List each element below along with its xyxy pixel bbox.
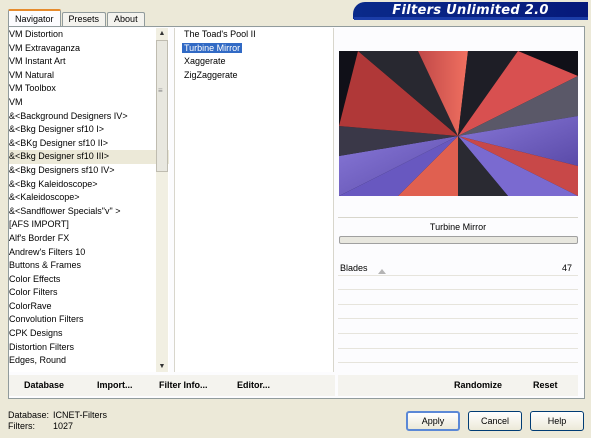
param-value: 47 [561, 263, 572, 273]
category-item[interactable]: Edges, Round [9, 354, 169, 368]
category-item[interactable]: Buttons & Frames [9, 259, 169, 273]
parameter-list: Blades 47 [338, 261, 578, 378]
database-value: ICNET-Filters [53, 410, 107, 420]
cancel-button[interactable]: Cancel [468, 411, 522, 431]
filter-item-label: ZigZaggerate [184, 69, 238, 80]
filter-item[interactable]: Turbine Mirror [175, 42, 333, 56]
category-item[interactable]: Distortion Filters [9, 341, 169, 355]
tab-navigator[interactable]: Navigator [8, 9, 61, 26]
category-item[interactable]: Color Filters [9, 286, 169, 300]
apply-button[interactable]: Apply [406, 411, 460, 431]
category-item[interactable]: &<Bkg Designer sf10 I> [9, 123, 169, 137]
progress-bar [339, 236, 578, 244]
category-item[interactable]: Alf's Border FX [9, 232, 169, 246]
filter-item-label: Xaggerate [184, 56, 226, 67]
category-scrollbar[interactable]: ▲ ≡ ▼ [156, 28, 168, 372]
scroll-up-icon[interactable]: ▲ [156, 28, 168, 39]
param-row-empty [338, 319, 578, 334]
scroll-down-icon[interactable]: ▼ [156, 361, 168, 372]
filters-count-label: Filters: [8, 421, 35, 431]
category-item[interactable]: Andrew's Filters 10 [9, 246, 169, 260]
category-item[interactable]: &<Sandflower Specials"v" > [9, 205, 169, 219]
database-button[interactable]: Database [24, 375, 64, 396]
category-item[interactable]: Color Effects [9, 273, 169, 287]
param-row-empty [338, 290, 578, 305]
filter-list[interactable]: The Toad's Pool II Turbine Mirror Xaggerat… [174, 28, 334, 372]
param-row-blades[interactable]: Blades 47 [338, 261, 578, 276]
scroll-grip-icon: ≡ [158, 86, 163, 95]
parameter-toolbar: Randomize Reset [338, 375, 578, 396]
database-label: Database: [8, 410, 50, 420]
category-item[interactable]: &<Bkg Designers sf10 IV> [9, 164, 169, 178]
slider-marker-icon[interactable] [378, 269, 386, 274]
filter-item[interactable]: ZigZaggerate [175, 69, 333, 83]
reset-button[interactable]: Reset [533, 375, 558, 396]
category-item[interactable]: Convolution Filters [9, 313, 169, 327]
category-item[interactable]: VM Instant Art [9, 55, 169, 69]
filters-count-value: 1027 [53, 421, 74, 431]
category-item[interactable]: VM Distortion [9, 28, 169, 42]
tab-strip: Navigator Presets About [8, 9, 146, 26]
filter-item-label: The Toad's Pool II [184, 29, 256, 39]
scroll-thumb[interactable] [156, 40, 168, 172]
category-item[interactable]: [AFS IMPORT] [9, 218, 169, 232]
editor-button[interactable]: Editor... [237, 375, 270, 396]
filter-name-label: Turbine Mirror [338, 217, 578, 235]
tab-about[interactable]: About [107, 12, 145, 26]
category-item[interactable]: VM Extravaganza [9, 42, 169, 56]
param-row-empty [338, 276, 578, 291]
filter-preview-image [339, 51, 578, 196]
param-row-empty [338, 349, 578, 364]
category-item[interactable]: VM Natural [9, 69, 169, 83]
navigator-toolbar: Database Import... Filter Info... Editor… [9, 375, 335, 396]
param-label: Blades [340, 263, 368, 273]
param-row-empty [338, 305, 578, 320]
category-item[interactable]: &<BKg Designer sf10 II> [9, 137, 169, 151]
filter-item-label: Turbine Mirror [182, 42, 243, 53]
category-item[interactable]: &<Kaleidoscope> [9, 191, 169, 205]
filter-item[interactable]: Xaggerate [175, 55, 333, 69]
filter-item[interactable]: The Toad's Pool II [175, 28, 333, 42]
filter-info-button[interactable]: Filter Info... [159, 375, 208, 396]
category-item[interactable]: &<Bkg Designer sf10 III> [9, 150, 169, 164]
tab-presets[interactable]: Presets [61, 12, 107, 26]
help-button[interactable]: Help [530, 411, 584, 431]
database-info: Database: ICNET-Filters Filters: 1027 [8, 410, 107, 432]
category-item[interactable]: &<Background Designers IV> [9, 110, 169, 124]
category-item[interactable]: ColorRave [9, 300, 169, 314]
category-item[interactable]: CPK Designs [9, 327, 169, 341]
category-item[interactable]: &<Bkg Kaleidoscope> [9, 178, 169, 192]
param-row-empty [338, 334, 578, 349]
import-button[interactable]: Import... [97, 375, 133, 396]
category-list[interactable]: VM Distortion VM Extravaganza VM Instant A… [9, 28, 169, 372]
banner-line [354, 17, 588, 20]
category-item[interactable]: VM [9, 96, 169, 110]
category-item[interactable]: VM Toolbox [9, 82, 169, 96]
randomize-button[interactable]: Randomize [454, 375, 502, 396]
